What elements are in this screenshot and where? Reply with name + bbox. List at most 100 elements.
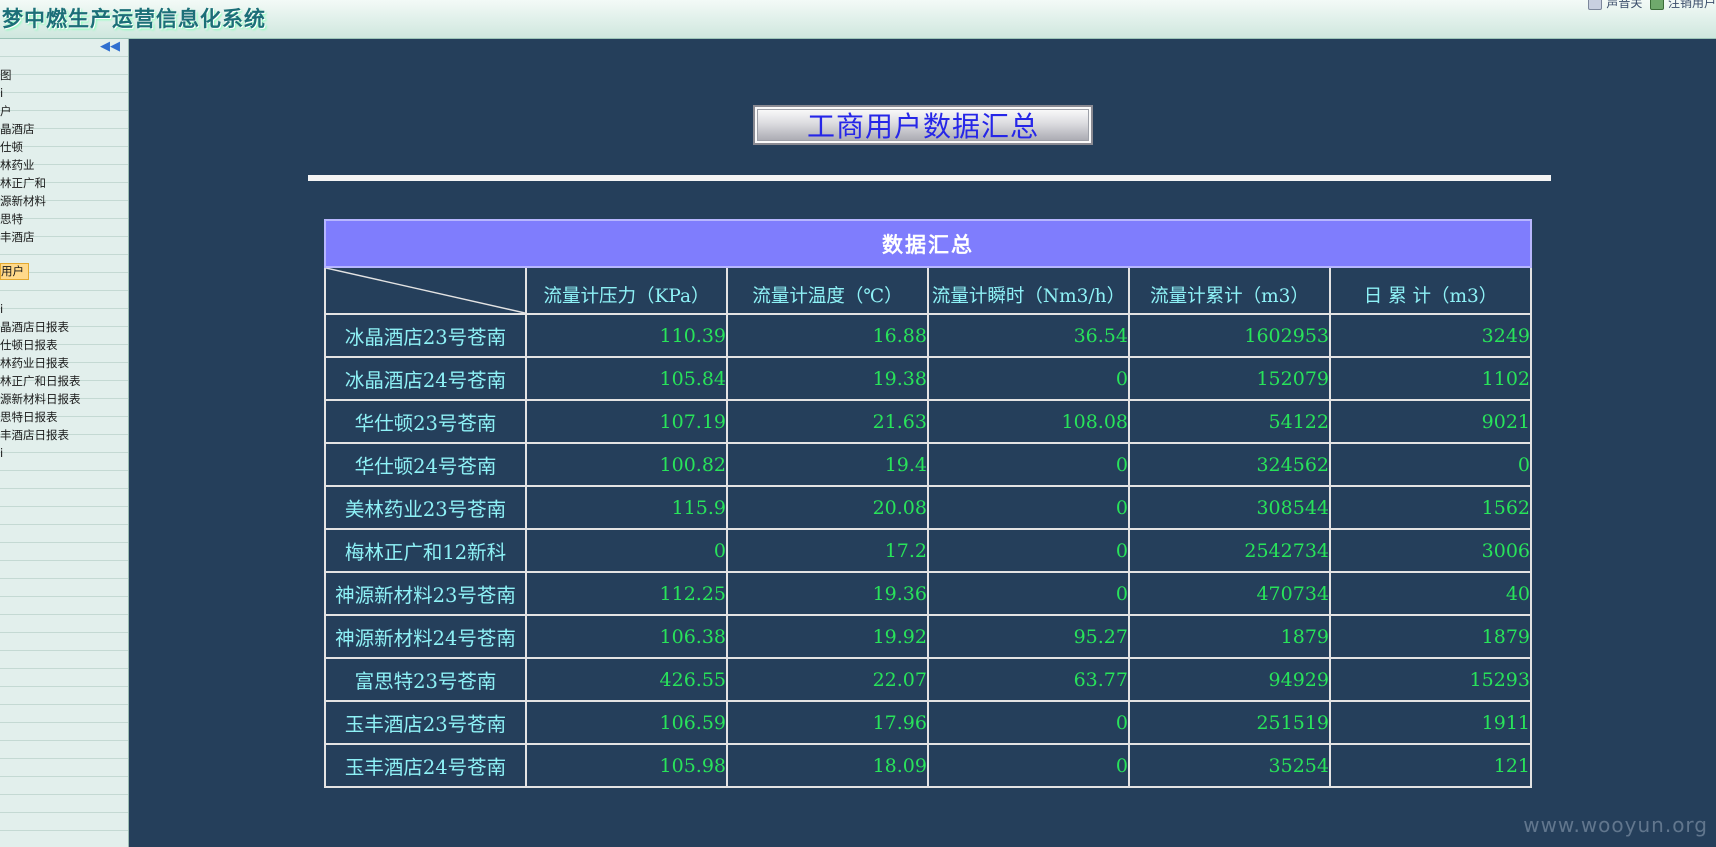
row-name-cell: 玉丰酒店24号苍南 (324, 743, 527, 788)
sidebar-item[interactable]: 户 (0, 102, 16, 120)
table-row: 玉丰酒店24号苍南 105.98 18.09 0 35254 121 (324, 743, 1532, 788)
logout-button[interactable]: 注销用户 (1650, 0, 1716, 10)
sidebar-item[interactable]: 用户 (0, 263, 29, 280)
value-cell: 0 (1329, 442, 1532, 487)
table-row: 神源新材料23号苍南 112.25 19.36 0 470734 40 (324, 571, 1532, 616)
value-cell: 1102 (1329, 356, 1532, 401)
sidebar-item[interactable]: 图 (0, 66, 16, 84)
value-cell: 106.59 (525, 700, 728, 745)
sidebar-item[interactable]: 思特日报表 (0, 408, 62, 426)
top-header: 梦中燃生产运营信息化系统 声音关 注销用户 (0, 0, 1716, 39)
value-cell: 0 (927, 442, 1130, 487)
diagonal-header-cell (324, 266, 527, 315)
sidebar-item[interactable]: i (0, 84, 7, 102)
row-name-cell: 玉丰酒店23号苍南 (324, 700, 527, 745)
row-name-cell: 华仕顿23号苍南 (324, 399, 527, 444)
value-cell: 0 (927, 743, 1130, 788)
logout-icon (1650, 0, 1665, 10)
value-cell: 0 (927, 485, 1130, 530)
speaker-icon (1588, 0, 1603, 10)
row-name-cell: 神源新材料24号苍南 (324, 614, 527, 659)
value-cell: 35254 (1128, 743, 1331, 788)
sidebar-item[interactable]: i (0, 300, 7, 318)
value-cell: 63.77 (927, 657, 1130, 702)
value-cell: 9021 (1329, 399, 1532, 444)
row-name-cell: 富思特23号苍南 (324, 657, 527, 702)
column-header: 流量计瞬时（Nm3/h） (927, 266, 1130, 315)
sidebar-item[interactable]: 晶酒店 (0, 120, 39, 138)
column-header: 流量计温度（℃） (726, 266, 929, 315)
value-cell: 0 (525, 528, 728, 573)
value-cell: 1879 (1329, 614, 1532, 659)
row-name-cell: 冰晶酒店24号苍南 (324, 356, 527, 401)
summary-table: 数据汇总 流量计压力（KPa） 流量计温度（℃） 流量计瞬时（Nm3/h） 流量… (324, 219, 1532, 788)
value-cell: 3006 (1329, 528, 1532, 573)
table-row: 冰晶酒店23号苍南 110.39 16.88 36.54 1602953 3249 (324, 313, 1532, 358)
sidebar-item[interactable]: 源新材料 (0, 192, 50, 210)
row-name-cell: 梅林正广和12新科 (324, 528, 527, 573)
table-row: 梅林正广和12新科 0 17.2 0 2542734 3006 (324, 528, 1532, 573)
value-cell: 54122 (1128, 399, 1331, 444)
value-cell: 106.38 (525, 614, 728, 659)
header-actions: 声音关 注销用户 (1584, 0, 1716, 11)
row-name-cell: 神源新材料23号苍南 (324, 571, 527, 616)
value-cell: 16.88 (726, 313, 929, 358)
table-row: 神源新材料24号苍南 106.38 19.92 95.27 1879 1879 (324, 614, 1532, 659)
sidebar-item[interactable] (0, 282, 4, 300)
value-cell: 18.09 (726, 743, 929, 788)
sidebar-item[interactable]: 林正广和日报表 (0, 372, 85, 390)
sidebar-item[interactable]: 丰酒店 (0, 228, 39, 246)
table-row: 冰晶酒店24号苍南 105.84 19.38 0 152079 1102 (324, 356, 1532, 401)
app-title: 梦中燃生产运营信息化系统 (2, 7, 266, 31)
value-cell: 470734 (1128, 571, 1331, 616)
page-title-box: 工商用户数据汇总 (753, 105, 1093, 145)
value-cell: 324562 (1128, 442, 1331, 487)
value-cell: 19.92 (726, 614, 929, 659)
sidebar-item[interactable]: 思特 (0, 210, 27, 228)
sidebar-item[interactable] (0, 246, 4, 264)
value-cell: 110.39 (525, 313, 728, 358)
value-cell: 121 (1329, 743, 1532, 788)
value-cell: 19.36 (726, 571, 929, 616)
table-row: 华仕顿23号苍南 107.19 21.63 108.08 54122 9021 (324, 399, 1532, 444)
sidebar-item[interactable]: 源新材料日报表 (0, 390, 85, 408)
collapse-sidebar-icon[interactable]: ◀◀ (100, 40, 120, 53)
sidebar-item[interactable]: 林药业 (0, 156, 39, 174)
value-cell: 152079 (1128, 356, 1331, 401)
table-caption: 数据汇总 (324, 219, 1532, 268)
value-cell: 105.84 (525, 356, 728, 401)
value-cell: 115.9 (525, 485, 728, 530)
value-cell: 17.96 (726, 700, 929, 745)
table-row: 富思特23号苍南 426.55 22.07 63.77 94929 15293 (324, 657, 1532, 702)
value-cell: 251519 (1128, 700, 1331, 745)
value-cell: 1879 (1128, 614, 1331, 659)
column-header: 流量计累计（m3） (1128, 266, 1331, 315)
sidebar-item[interactable]: 仕顿日报表 (0, 336, 62, 354)
value-cell: 15293 (1329, 657, 1532, 702)
main-content: 工商用户数据汇总 数据汇总 流量计压力（KPa） 流量计温度（℃） 流量计瞬时（… (129, 39, 1716, 847)
row-name-cell: 华仕顿24号苍南 (324, 442, 527, 487)
sidebar-item[interactable]: 丰酒店日报表 (0, 426, 73, 444)
table-caption-row: 数据汇总 (324, 219, 1532, 268)
sidebar-item[interactable]: i (0, 444, 7, 462)
value-cell: 108.08 (927, 399, 1130, 444)
value-cell: 40 (1329, 571, 1532, 616)
value-cell: 21.63 (726, 399, 929, 444)
value-cell: 105.98 (525, 743, 728, 788)
sidebar-item[interactable]: 仕顿 (0, 138, 27, 156)
value-cell: 0 (927, 700, 1130, 745)
value-cell: 1911 (1329, 700, 1532, 745)
page-title: 工商用户数据汇总 (806, 110, 1039, 143)
diagonal-line (326, 268, 525, 313)
value-cell: 20.08 (726, 485, 929, 530)
sound-toggle-button[interactable]: 声音关 (1588, 0, 1646, 10)
value-cell: 0 (927, 356, 1130, 401)
value-cell: 19.4 (726, 442, 929, 487)
sidebar-item[interactable]: 林正广和 (0, 174, 50, 192)
sidebar-item[interactable]: 晶酒店日报表 (0, 318, 73, 336)
value-cell: 17.2 (726, 528, 929, 573)
sidebar-item[interactable]: 林药业日报表 (0, 354, 73, 372)
value-cell: 308544 (1128, 485, 1331, 530)
watermark: www.wooyun.org (1523, 813, 1708, 837)
value-cell: 95.27 (927, 614, 1130, 659)
